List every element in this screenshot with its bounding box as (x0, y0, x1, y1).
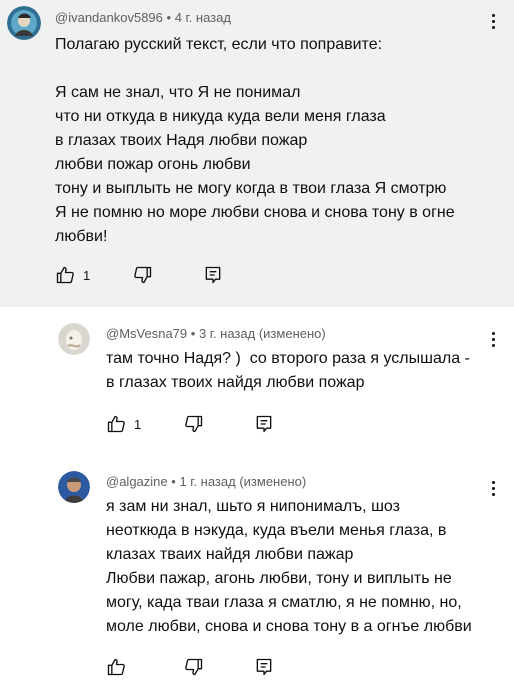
reply-button[interactable] (254, 656, 274, 678)
avatar[interactable] (58, 471, 90, 503)
reply-button[interactable] (254, 413, 274, 435)
more-vertical-icon[interactable] (491, 14, 497, 34)
meta-separator: • (166, 10, 172, 25)
author-name[interactable]: @algazine (106, 474, 168, 489)
reply-button[interactable] (203, 264, 223, 286)
avatar[interactable] (7, 6, 41, 40)
dislike-button[interactable] (184, 413, 204, 435)
thumb-up-icon (56, 266, 74, 284)
edited-label: (изменено) (239, 474, 307, 489)
comment-text: Полагаю русский текст, если что поправит… (55, 36, 455, 245)
thumb-down-icon (134, 266, 152, 284)
like-count: 1 (134, 416, 142, 432)
meta-separator: • (190, 326, 196, 341)
like-button[interactable]: 1 (55, 264, 90, 286)
comment-meta: @ivandankov5896 • 4 г. назад (55, 10, 231, 25)
reply-comment-icon (256, 658, 272, 676)
more-vertical-icon[interactable] (491, 332, 497, 352)
comment-text: там точно Надя? ) со второго раза я услы… (106, 350, 470, 391)
reply-comment-icon (205, 266, 221, 284)
like-button[interactable]: 1 (106, 413, 141, 435)
comment-time[interactable]: 3 г. назад (199, 326, 255, 341)
thumb-up-icon (107, 658, 125, 676)
reply-comment-icon (256, 415, 272, 433)
edited-label: (изменено) (258, 326, 326, 341)
author-name[interactable]: @ivandankov5896 (55, 10, 163, 25)
comment-time[interactable]: 4 г. назад (175, 10, 231, 25)
dislike-button[interactable] (184, 656, 204, 678)
like-count: 1 (83, 267, 91, 283)
thumb-down-icon (185, 415, 203, 433)
comment-meta: @MsVesna79 • 3 г. назад (изменено) (106, 326, 326, 341)
comment-meta: @algazine • 1 г. назад (изменено) (106, 474, 306, 489)
thumb-down-icon (185, 658, 203, 676)
comment-time[interactable]: 1 г. назад (179, 474, 235, 489)
thumb-up-icon (107, 415, 125, 433)
avatar[interactable] (58, 323, 90, 355)
meta-separator: • (171, 474, 176, 489)
more-vertical-icon[interactable] (491, 481, 497, 501)
comment-text: я зам ни знал, шьто я нипонималъ, шоз не… (106, 498, 472, 635)
author-name[interactable]: @MsVesna79 (106, 326, 187, 341)
dislike-button[interactable] (133, 264, 153, 286)
like-button[interactable] (106, 656, 126, 678)
